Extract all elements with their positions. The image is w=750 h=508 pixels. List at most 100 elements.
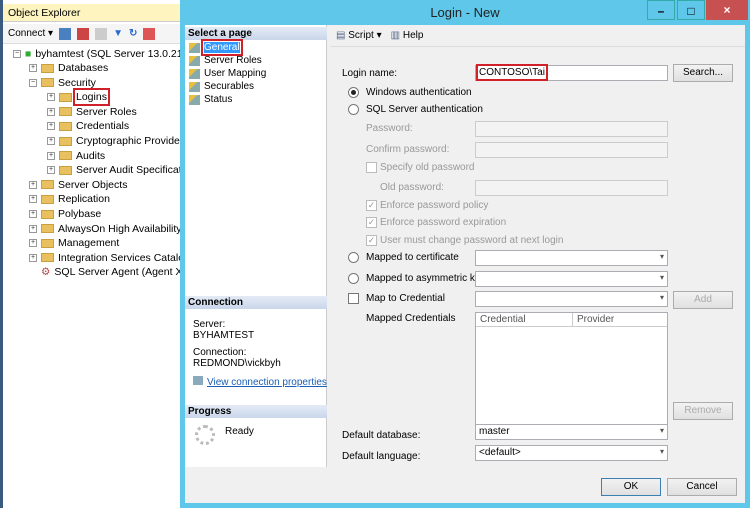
certificate-dropdown[interactable]: ▾ [475,250,668,266]
expand-icon[interactable]: + [29,180,37,189]
tree-node[interactable]: + Server Objects [29,178,127,192]
tree-node[interactable]: + Credentials [47,119,129,133]
tree-node[interactable]: + Polybase [29,207,101,221]
page-item-status[interactable]: Status [189,93,232,106]
collapse-icon[interactable]: − [13,50,21,58]
default-database-dropdown[interactable]: master ▾ [475,424,668,440]
object-explorer-toolbar: Connect ▾ ▼ ↻ [3,24,185,44]
connect-button[interactable]: Connect ▾ [8,28,53,39]
old-password-label: Old password: [380,182,444,193]
expand-icon[interactable]: + [29,64,37,72]
tree-node-label: Audits [76,149,106,162]
general-page: ▤ Script ▾ ▥ Help Login name: CONTOSO\Ta… [330,25,745,467]
expand-icon[interactable]: + [47,151,55,160]
sql-auth-label: SQL Server authentication [366,104,483,115]
minimize-button[interactable]: – [647,0,675,20]
page-icon [189,94,200,105]
expand-icon[interactable]: + [47,122,55,131]
tree-node[interactable]: + Logins [47,88,110,107]
asymmetric-key-dropdown[interactable]: ▾ [475,271,668,287]
folder-icon [41,253,54,263]
activity-monitor-icon[interactable] [143,27,156,40]
tree-node[interactable]: − Security [29,76,96,90]
enforce-policy-label: Enforce password policy [380,200,489,211]
connection-value: REDMOND\vickbyh [193,358,281,369]
tree-node[interactable]: + Cryptographic Providers [47,134,189,148]
windows-auth-radio[interactable] [348,87,359,98]
script-button[interactable]: ▤ Script ▾ [336,30,382,41]
expand-icon[interactable]: + [29,239,37,248]
add-button[interactable]: Add [673,291,733,309]
help-icon: ▥ [390,30,401,41]
help-label: Help [402,30,424,41]
help-button[interactable]: ▥ Help [391,30,424,41]
expand-icon[interactable]: + [29,210,37,218]
tree-node[interactable]: + Databases [29,61,108,75]
tree-node[interactable]: + AlwaysOn High Availability [29,222,182,236]
folder-icon [59,151,72,161]
expand-icon[interactable]: + [29,253,37,262]
confirm-password-input[interactable] [475,142,668,158]
expand-icon[interactable]: + [47,137,55,145]
must-change-checkbox[interactable]: ✓ [366,235,377,246]
credential-dropdown[interactable]: ▾ [475,291,668,307]
expand-icon[interactable]: + [47,166,55,175]
login-name-input[interactable]: CONTOSO\Tai [475,64,668,81]
tree-node-label: Polybase [58,208,102,220]
credential-column-header[interactable]: Credential [476,313,573,327]
specify-old-password-checkbox[interactable] [366,162,377,173]
tree-node[interactable]: + Management [29,236,119,250]
server-label: byhamtest (SQL Server 13.0.2149 [35,48,195,60]
refresh-icon[interactable]: ↻ [129,28,137,39]
page-item-general[interactable]: General [189,39,243,56]
mapped-credentials-grid[interactable]: Credential Provider [475,312,668,426]
filter-icon[interactable]: ▼ [113,28,123,39]
confirm-password-label: Confirm password: [366,144,450,155]
tree-node-server[interactable]: − ■ byhamtest (SQL Server 13.0.2149 [13,47,194,61]
enforce-policy-checkbox[interactable]: ✓ [366,200,377,211]
mapped-key-radio[interactable] [348,273,359,284]
tree-node[interactable]: + Server Audit Specification [47,163,196,177]
chevron-down-icon: ▾ [659,426,664,435]
collapse-icon[interactable]: − [29,78,37,87]
tree-node[interactable]: ⚙ SQL Server Agent (Agent XPs [29,265,195,279]
tree-node[interactable]: + Replication [29,192,110,206]
default-database-value: master [479,426,510,437]
tree-node-label: Management [58,237,120,250]
cancel-button[interactable]: Cancel [667,478,737,496]
folder-icon [59,136,72,146]
maximize-button[interactable]: □ [677,0,705,20]
server-icon: ■ [25,48,32,60]
page-item-user-mapping[interactable]: User Mapping [189,67,266,80]
close-button[interactable]: × [706,0,748,20]
page-item-securables[interactable]: Securables [189,80,254,93]
expand-icon[interactable]: + [29,195,37,204]
stop-icon[interactable] [95,27,108,40]
enforce-expiration-checkbox[interactable]: ✓ [366,217,377,228]
expand-icon[interactable]: + [47,107,55,116]
map-credential-checkbox[interactable] [348,293,359,304]
expand-icon[interactable]: + [47,93,55,102]
connect-icon[interactable] [59,27,72,40]
password-input[interactable] [475,121,668,137]
tree-node[interactable]: + Audits [47,149,105,163]
mapped-certificate-radio[interactable] [348,252,359,263]
folder-icon [59,107,72,117]
remove-button[interactable]: Remove [673,402,733,420]
page-label: User Mapping [204,68,267,79]
search-button[interactable]: Search... [673,64,733,82]
disconnect-icon[interactable] [77,27,90,40]
view-connection-properties-link[interactable]: View connection properties [193,376,327,388]
ok-button[interactable]: OK [601,478,661,496]
tree-node[interactable]: + Server Roles [47,105,137,119]
old-password-input[interactable] [475,180,668,196]
chevron-down-icon: ▾ [659,293,664,302]
default-language-dropdown[interactable]: <default> ▾ [475,445,668,461]
tree-node[interactable]: + Integration Services Catalogs [29,251,195,265]
provider-column-header[interactable]: Provider [573,313,667,327]
tree-node-label: Credentials [76,120,130,133]
default-language-value: <default> [479,447,521,458]
expand-icon[interactable]: + [29,224,37,233]
sql-auth-radio[interactable] [348,104,359,115]
page-item-server-roles[interactable]: Server Roles [189,54,262,67]
